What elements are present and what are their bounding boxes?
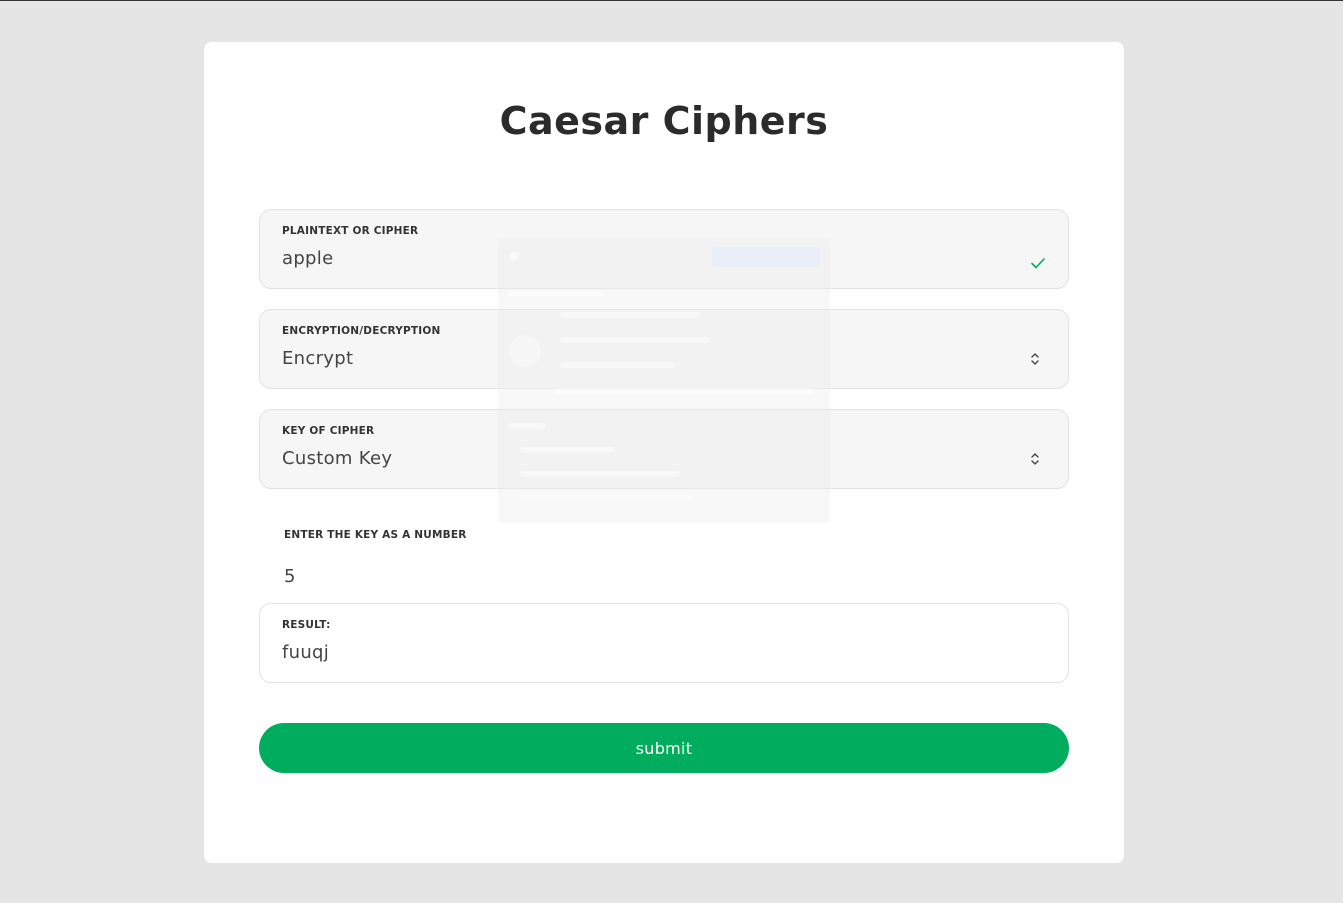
key-number-input[interactable]: [284, 562, 584, 590]
result-label: RESULT:: [282, 619, 331, 631]
key-number-label: ENTER THE KEY AS A NUMBER: [284, 529, 467, 541]
result-field: RESULT: fuuqj: [259, 603, 1069, 683]
page-title: Caesar Ciphers: [499, 99, 829, 143]
cipher-card: Caesar Ciphers PLAINTEXT OR CIPHER apple…: [204, 42, 1124, 863]
key-type-select[interactable]: KEY OF CIPHER Custom Key: [259, 409, 1069, 489]
chevron-updown-icon: [1031, 453, 1039, 465]
submit-button[interactable]: submit: [259, 723, 1069, 773]
plaintext-value[interactable]: apple: [282, 248, 333, 269]
check-icon: [1031, 258, 1045, 269]
window-top-border: [0, 0, 1343, 1]
chevron-updown-icon: [1031, 353, 1039, 365]
key-type-value: Custom Key: [282, 448, 393, 469]
result-value: fuuqj: [282, 642, 330, 663]
key-type-label: KEY OF CIPHER: [282, 425, 375, 437]
mode-label: ENCRYPTION/DECRYPTION: [282, 325, 441, 337]
mode-select[interactable]: ENCRYPTION/DECRYPTION Encrypt: [259, 309, 1069, 389]
plaintext-field[interactable]: PLAINTEXT OR CIPHER apple: [259, 209, 1069, 289]
mode-value: Encrypt: [282, 348, 354, 369]
plaintext-label: PLAINTEXT OR CIPHER: [282, 225, 419, 237]
